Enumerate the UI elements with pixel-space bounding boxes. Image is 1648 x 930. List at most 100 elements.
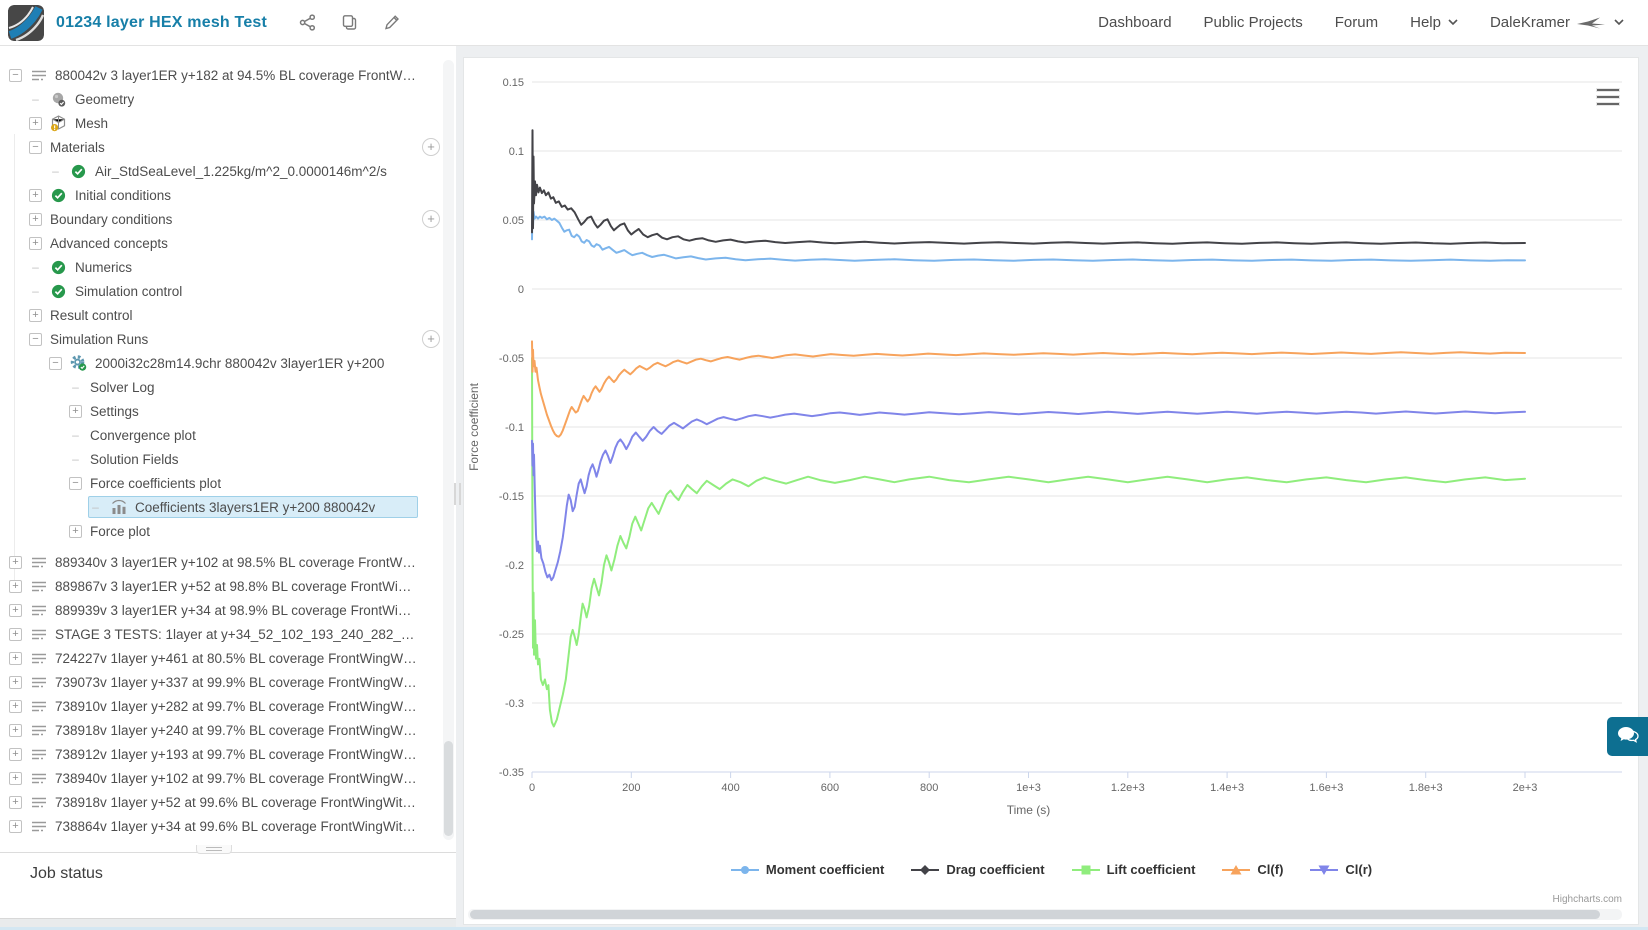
tree-row[interactable]: +738940v 1layer y+102 at 99.7% BL covera… [0,766,440,790]
tree-row-inner[interactable]: − Force coefficients plot [68,472,418,494]
tree-row[interactable]: − Simulation Runs + [0,327,440,351]
expand-toggle[interactable]: + [69,524,82,538]
tree-row-inner[interactable]: – Simulation control [28,280,418,302]
tree-row[interactable]: – Geometry [0,87,440,111]
add-item-button[interactable]: + [422,138,440,156]
expand-toggle[interactable]: + [29,212,42,226]
tree-row-selected[interactable]: – Coefficients 3layers1ER y+200 880042v [88,496,418,518]
tree-row-inner[interactable]: +889939v 3 layer1ER y+34 at 98.9% BL cov… [8,599,418,621]
tree-scrollbar[interactable] [443,60,454,840]
tree-row-inner[interactable]: – Air_StdSeaLevel_1.225kg/m^2_0.0000146m^… [48,160,418,182]
expand-toggle[interactable]: + [9,771,22,785]
tree-row[interactable]: +738864v 1layer y+34 at 99.6% BL coverag… [0,814,440,838]
tree-row-inner[interactable]: + Boundary conditions [28,208,400,230]
tree-row[interactable]: +889340v 3 layer1ER y+102 at 98.5% BL co… [0,550,440,574]
legend-item[interactable]: Drag coefficient [910,862,1045,877]
tree-row[interactable]: – Solver Log [0,375,440,399]
legend-item[interactable]: Cl(r) [1309,862,1372,877]
tree-row-inner[interactable]: +738940v 1layer y+102 at 99.7% BL covera… [8,767,418,789]
horizontal-scrollbar-thumb[interactable] [470,910,1600,919]
expand-toggle[interactable]: + [9,819,22,833]
simscale-logo[interactable] [8,4,44,41]
collapse-toggle[interactable]: − [29,332,42,346]
expand-toggle[interactable]: + [9,627,22,641]
chat-widget-button[interactable] [1607,717,1648,756]
expand-toggle[interactable]: + [9,699,22,713]
tree-row-inner[interactable]: – Numerics [28,256,418,278]
tree-row[interactable]: +889867v 3 layer1ER y+52 at 98.8% BL cov… [0,574,440,598]
tree-row-inner[interactable]: − Simulation Runs [28,328,400,350]
expand-toggle[interactable]: + [9,747,22,761]
tree-row-inner[interactable]: – Solver Log [68,376,418,398]
tree-row[interactable]: – Convergence plot [0,423,440,447]
expand-toggle[interactable]: + [9,579,22,593]
nav-public-projects[interactable]: Public Projects [1204,14,1303,31]
legend-item[interactable]: Lift coefficient [1071,862,1195,877]
nav-dashboard[interactable]: Dashboard [1098,14,1171,31]
tree-row[interactable]: + Boundary conditions + [0,207,440,231]
tree-scrollbar-thumb[interactable] [444,741,453,836]
tree-row[interactable]: – Simulation control [0,279,440,303]
tree-row[interactable]: + STAGE 3 TESTS: 1layer at y+34_52_102_19… [0,622,440,646]
tree-row-inner[interactable]: − 2000i32c28m14.9chr 880042v 3layer1ER y+… [48,352,418,374]
tree-row[interactable]: +739073v 1layer y+337 at 99.9% BL covera… [0,670,440,694]
tree-row[interactable]: +738918v 1layer y+240 at 99.7% BL covera… [0,718,440,742]
tree-row[interactable]: +738910v 1layer y+282 at 99.7% BL covera… [0,694,440,718]
expand-toggle[interactable]: + [29,308,42,322]
tree-row[interactable]: − 880042v 3 layer1ER y+182 at 94.5% BL co… [0,63,440,87]
tree-row[interactable]: +889939v 3 layer1ER y+34 at 98.9% BL cov… [0,598,440,622]
share-icon[interactable] [299,14,316,31]
tree-row-inner[interactable]: + Advanced concepts [28,232,418,254]
tree-row-inner[interactable]: – Geometry [28,88,418,110]
tree-row[interactable]: + Mesh [0,111,440,135]
collapse-toggle[interactable]: − [29,140,42,154]
panel-splitter[interactable] [454,483,461,505]
highcharts-credits[interactable]: Highcharts.com [1553,894,1622,905]
tree-row[interactable]: – Solution Fields [0,447,440,471]
expand-toggle[interactable]: + [9,723,22,737]
tree-row[interactable]: – Numerics [0,255,440,279]
edit-icon[interactable] [383,14,400,31]
panel-drag-handle[interactable] [196,845,232,854]
expand-toggle[interactable]: + [29,116,42,130]
tree-row[interactable]: + Initial conditions [0,183,440,207]
tree-row[interactable]: + Result control [0,303,440,327]
tree-row-inner[interactable]: +738918v 1layer y+240 at 99.7% BL covera… [8,719,418,741]
expand-toggle[interactable]: + [9,555,22,569]
tree-row-inner[interactable]: + STAGE 3 TESTS: 1layer at y+34_52_102_19… [8,623,418,645]
tree-row[interactable]: + Advanced concepts [0,231,440,255]
tree-row-inner[interactable]: – Solution Fields [68,448,418,470]
tree-row[interactable]: − Force coefficients plot [0,471,440,495]
expand-toggle[interactable]: + [9,675,22,689]
expand-toggle[interactable]: + [29,236,42,250]
user-menu[interactable]: DaleKramer [1490,14,1624,31]
tree-row-inner[interactable]: + Mesh [28,112,418,134]
expand-toggle[interactable]: + [69,404,82,418]
tree-row-inner[interactable]: +889867v 3 layer1ER y+52 at 98.8% BL cov… [8,575,418,597]
horizontal-scrollbar[interactable] [468,909,1622,920]
legend-item[interactable]: Cl(f) [1221,862,1283,877]
collapse-toggle[interactable]: − [69,476,82,490]
tree-row-inner[interactable]: + Settings [68,400,418,422]
tree-row-inner[interactable]: – Convergence plot [68,424,418,446]
chart-context-menu-icon[interactable] [1596,88,1620,106]
nav-forum[interactable]: Forum [1335,14,1378,31]
expand-toggle[interactable]: + [29,188,42,202]
collapse-toggle[interactable]: − [9,68,22,82]
tree-row[interactable]: +724227v 1layer y+461 at 80.5% BL covera… [0,646,440,670]
tree-row[interactable]: + Force plot [0,519,440,543]
tree-row[interactable]: + Settings [0,399,440,423]
tree-row-inner[interactable]: − Materials [28,136,400,158]
tree-row[interactable]: +738918v 1layer y+52 at 99.6% BL coverag… [0,790,440,814]
tree-row[interactable]: +738912v 1layer y+193 at 99.7% BL covera… [0,742,440,766]
collapse-toggle[interactable]: − [49,356,62,370]
tree-row-inner[interactable]: + Initial conditions [28,184,418,206]
tree-row-inner[interactable]: +739073v 1layer y+337 at 99.9% BL covera… [8,671,418,693]
tree-row-inner[interactable]: +738910v 1layer y+282 at 99.7% BL covera… [8,695,418,717]
tree-row-inner[interactable]: + Result control [28,304,418,326]
nav-help[interactable]: Help [1410,14,1458,31]
tree-row[interactable]: – Air_StdSeaLevel_1.225kg/m^2_0.0000146m^… [0,159,440,183]
tree-row-inner[interactable]: +724227v 1layer y+461 at 80.5% BL covera… [8,647,418,669]
tree-row[interactable]: − Materials + [0,135,440,159]
tree-row-inner[interactable]: − 880042v 3 layer1ER y+182 at 94.5% BL co… [8,64,418,86]
